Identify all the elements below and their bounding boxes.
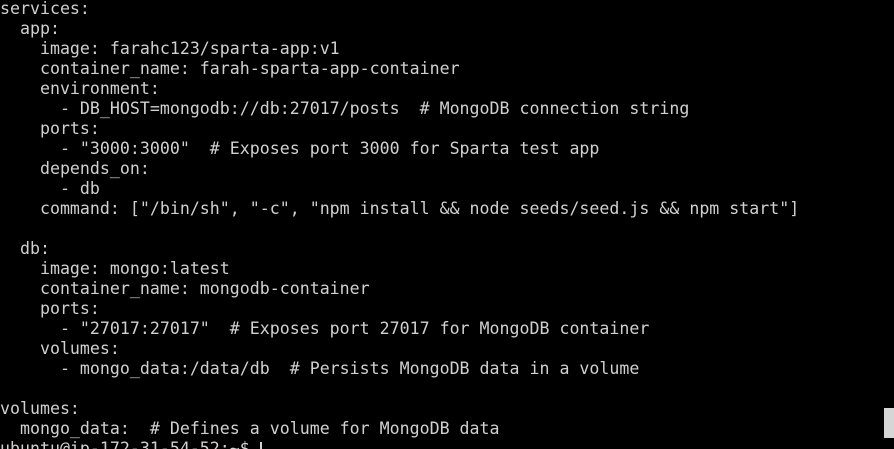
- terminal-line: environment:: [0, 79, 160, 98]
- vertical-scrollbar[interactable]: [884, 0, 894, 449]
- terminal-line: ports:: [0, 299, 100, 318]
- terminal-line: db:: [0, 239, 50, 258]
- terminal-line: - DB_HOST=mongodb://db:27017/posts # Mon…: [0, 99, 690, 118]
- terminal-line: volumes:: [0, 399, 80, 418]
- terminal-line: services:: [0, 0, 90, 18]
- terminal-line: image: farahc123/sparta-app:v1: [0, 39, 340, 58]
- terminal-line: - "3000:3000" # Exposes port 3000 for Sp…: [0, 139, 600, 158]
- terminal-line: - mongo_data:/data/db # Persists MongoDB…: [0, 359, 640, 378]
- text-cursor: [259, 442, 262, 449]
- terminal-line: ports:: [0, 119, 100, 138]
- terminal-line: depends_on:: [0, 159, 150, 178]
- terminal-line: - "27017:27017" # Exposes port 27017 for…: [0, 319, 650, 338]
- shell-prompt-line[interactable]: ubuntu@ip-172-31-54-52:~$: [0, 439, 262, 449]
- scrollbar-thumb[interactable]: [884, 408, 894, 438]
- terminal-line: image: mongo:latest: [0, 259, 230, 278]
- terminal-output[interactable]: services: app: image: farahc123/sparta-a…: [0, 0, 884, 449]
- terminal-line: volumes:: [0, 339, 120, 358]
- terminal-window[interactable]: services: app: image: farahc123/sparta-a…: [0, 0, 894, 449]
- terminal-line: command: ["/bin/sh", "-c", "npm install …: [0, 199, 800, 218]
- terminal-line: container_name: farah-sparta-app-contain…: [0, 59, 460, 78]
- shell-prompt: ubuntu@ip-172-31-54-52:~$: [0, 439, 260, 449]
- terminal-line: app:: [0, 19, 60, 38]
- terminal-line: container_name: mongodb-container: [0, 279, 370, 298]
- terminal-line: - db: [0, 179, 100, 198]
- terminal-line: mongo_data: # Defines a volume for Mongo…: [0, 419, 500, 438]
